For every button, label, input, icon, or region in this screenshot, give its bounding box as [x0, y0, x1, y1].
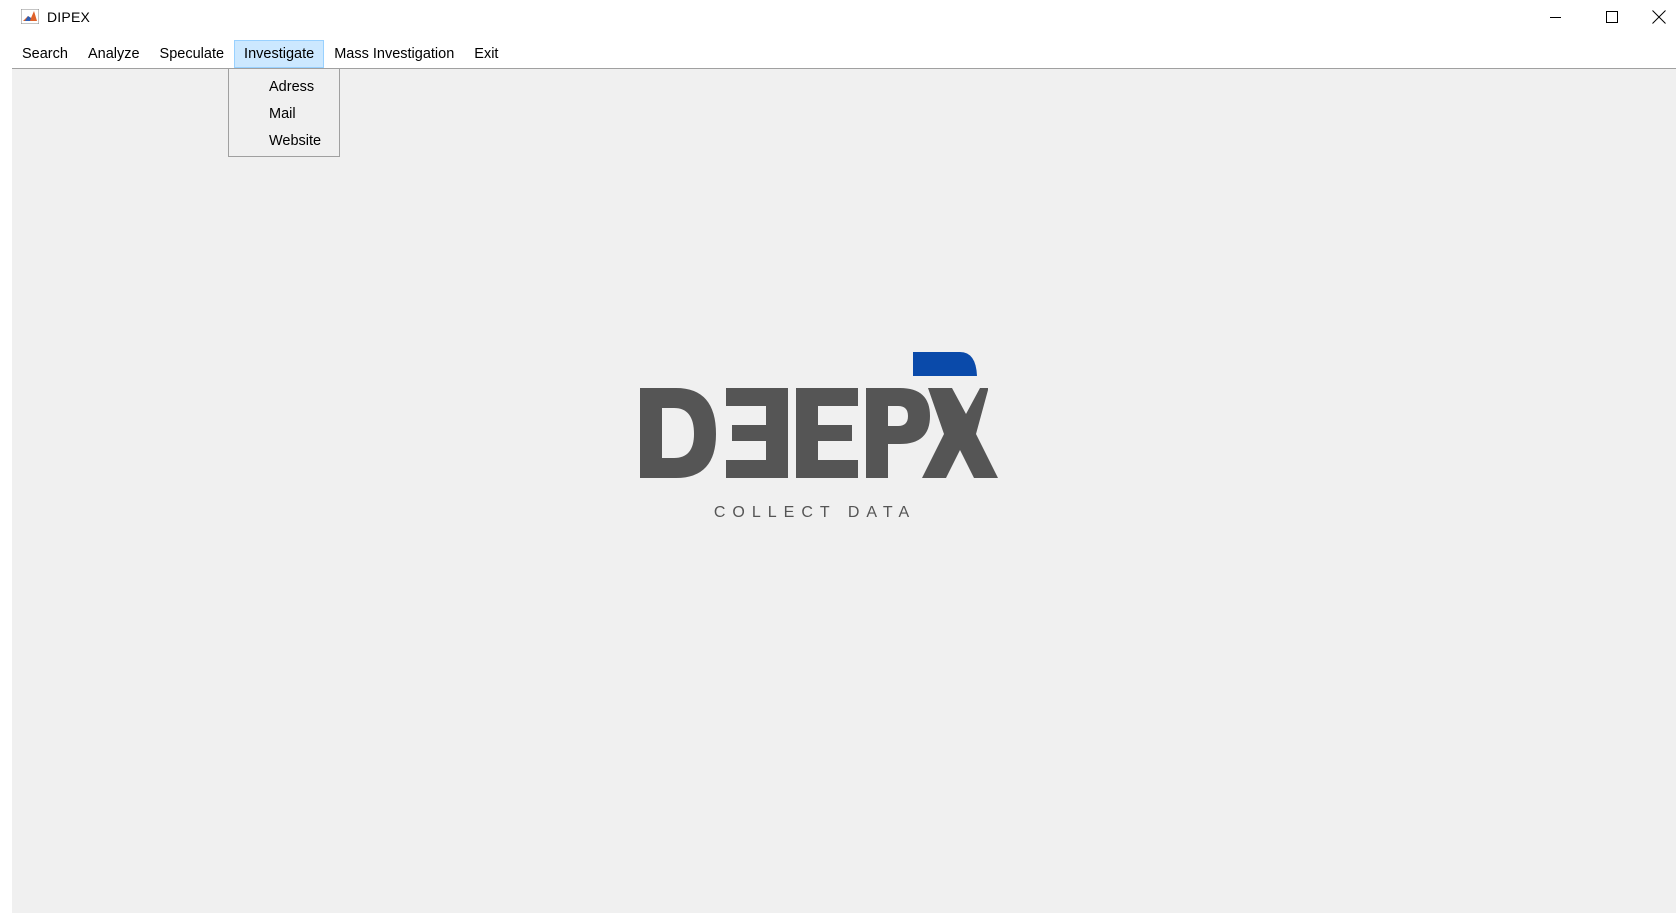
logo-letter-reversed-e	[726, 388, 788, 478]
maximize-icon	[1606, 11, 1618, 23]
close-icon	[1652, 10, 1666, 24]
app-window: DIPEX Search Analyze Speculate Investiga…	[0, 0, 1676, 913]
close-button[interactable]	[1640, 0, 1676, 34]
menu-speculate[interactable]: Speculate	[150, 40, 235, 68]
menu-exit[interactable]: Exit	[464, 40, 508, 68]
logo-letter-p	[866, 388, 930, 478]
logo-accent-shape	[913, 352, 977, 376]
window-title: DIPEX	[47, 9, 91, 25]
maximize-button[interactable]	[1586, 0, 1638, 34]
dropdown-item-website[interactable]: Website	[269, 133, 321, 149]
menu-investigate[interactable]: Investigate	[234, 40, 325, 68]
title-bar[interactable]: DIPEX	[0, 0, 1676, 34]
minimize-button[interactable]	[1530, 0, 1582, 34]
logo-tagline: COLLECT DATA	[713, 504, 917, 521]
matlab-icon	[21, 9, 39, 24]
logo-letter-e	[796, 388, 858, 478]
menu-analyze[interactable]: Analyze	[78, 40, 150, 68]
menu-mass-investigation[interactable]: Mass Investigation	[324, 40, 464, 68]
minimize-icon	[1550, 17, 1561, 18]
menu-bar: Search Analyze Speculate Investigate Mas…	[12, 40, 1676, 68]
logo-letter-d	[640, 388, 716, 478]
menu-search[interactable]: Search	[12, 40, 78, 68]
dropdown-item-mail[interactable]: Mail	[269, 106, 296, 122]
logo-letter-x	[922, 388, 998, 478]
dropdown-item-adress[interactable]: Adress	[269, 79, 314, 95]
deepx-logo	[640, 352, 998, 478]
investigate-dropdown: Adress Mail Website	[228, 68, 340, 157]
